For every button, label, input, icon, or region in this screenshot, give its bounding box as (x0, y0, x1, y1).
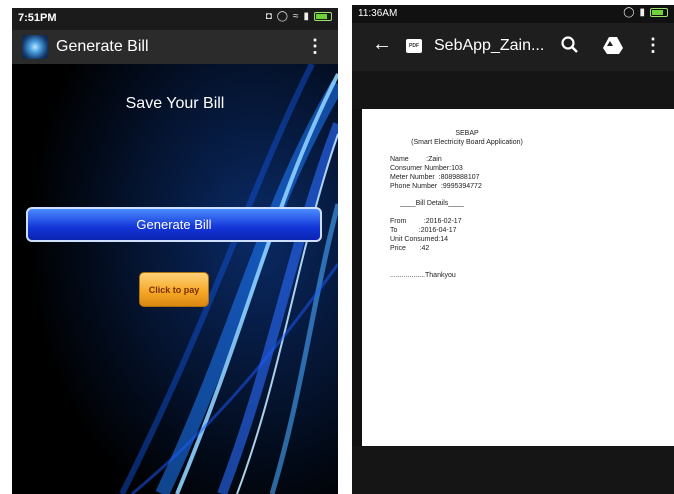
consumer-number-line: Consumer Number:103 (390, 165, 463, 172)
viewer-toolbar: ← PDF SebApp_Zain... ⋮ (352, 23, 674, 71)
units-consumed-line: Unit Consumed:14 (390, 236, 448, 243)
pdf-page: SEBAP (Smart Electricity Board Applicati… (362, 109, 674, 446)
to-date-line: To :2016-04-17 (390, 227, 457, 234)
document-subtitle: (Smart Electricity Board Application) (411, 139, 523, 146)
overflow-menu-icon[interactable]: ⋮ (306, 37, 324, 55)
wifi-icon: ≈ (292, 11, 299, 22)
signal-icon: ▮ (639, 7, 645, 18)
search-icon[interactable] (560, 35, 580, 55)
viewer-background-bottom (352, 446, 674, 494)
mute-icon: ◘ (265, 11, 272, 22)
click-to-pay-button[interactable]: Click to pay (139, 272, 209, 307)
phone-number-line: Phone Number :9995394772 (390, 183, 482, 190)
battery-icon (650, 8, 668, 17)
document-title: SEBAP (455, 130, 479, 137)
status-time: 7:51PM (18, 12, 57, 24)
thank-you-line: ..................Thankyou (390, 272, 456, 279)
status-time: 11:36AM (358, 8, 398, 19)
save-bill-heading: Save Your Bill (125, 95, 225, 112)
viewer-background (352, 71, 674, 109)
signal-icon: ▮ (303, 11, 309, 22)
name-line: Name :Zain (390, 156, 442, 163)
bill-details-heading: ____Bill Details____ (400, 200, 464, 207)
app-bar: Generate Bill ⋮ (12, 30, 338, 64)
google-drive-icon[interactable] (602, 35, 624, 55)
right-phone-screen: 11:36AM ◯ ▮ ← PDF SebApp_Zain... ⋮ SEBAP… (352, 5, 674, 494)
app-title: Generate Bill (56, 38, 149, 55)
status-icons: ◯ ▮ (623, 7, 668, 18)
alarm-icon: ◯ (623, 7, 635, 18)
meter-number-line: Meter Number :8089888107 (390, 174, 480, 181)
file-title: SebApp_Zain... (434, 37, 545, 54)
back-arrow-icon[interactable]: ← (372, 33, 392, 56)
pdf-file-icon: PDF (406, 39, 422, 53)
left-phone-screen: 7:51PM ◘ ◯ ≈ ▮ Generate Bill ⋮ Save Your… (12, 8, 338, 494)
overflow-menu-icon[interactable]: ⋮ (644, 36, 662, 54)
alarm-icon: ◯ (276, 11, 288, 22)
price-line: Price :42 (390, 245, 430, 252)
status-bar: 11:36AM ◯ ▮ (352, 5, 674, 23)
generate-bill-button[interactable]: Generate Bill (26, 207, 322, 242)
status-icons: ◘ ◯ ≈ ▮ (266, 11, 332, 22)
status-bar: 7:51PM ◘ ◯ ≈ ▮ (12, 8, 338, 30)
app-logo-icon (22, 35, 48, 59)
from-date-line: From :2016-02-17 (390, 218, 462, 225)
battery-icon (314, 12, 332, 21)
